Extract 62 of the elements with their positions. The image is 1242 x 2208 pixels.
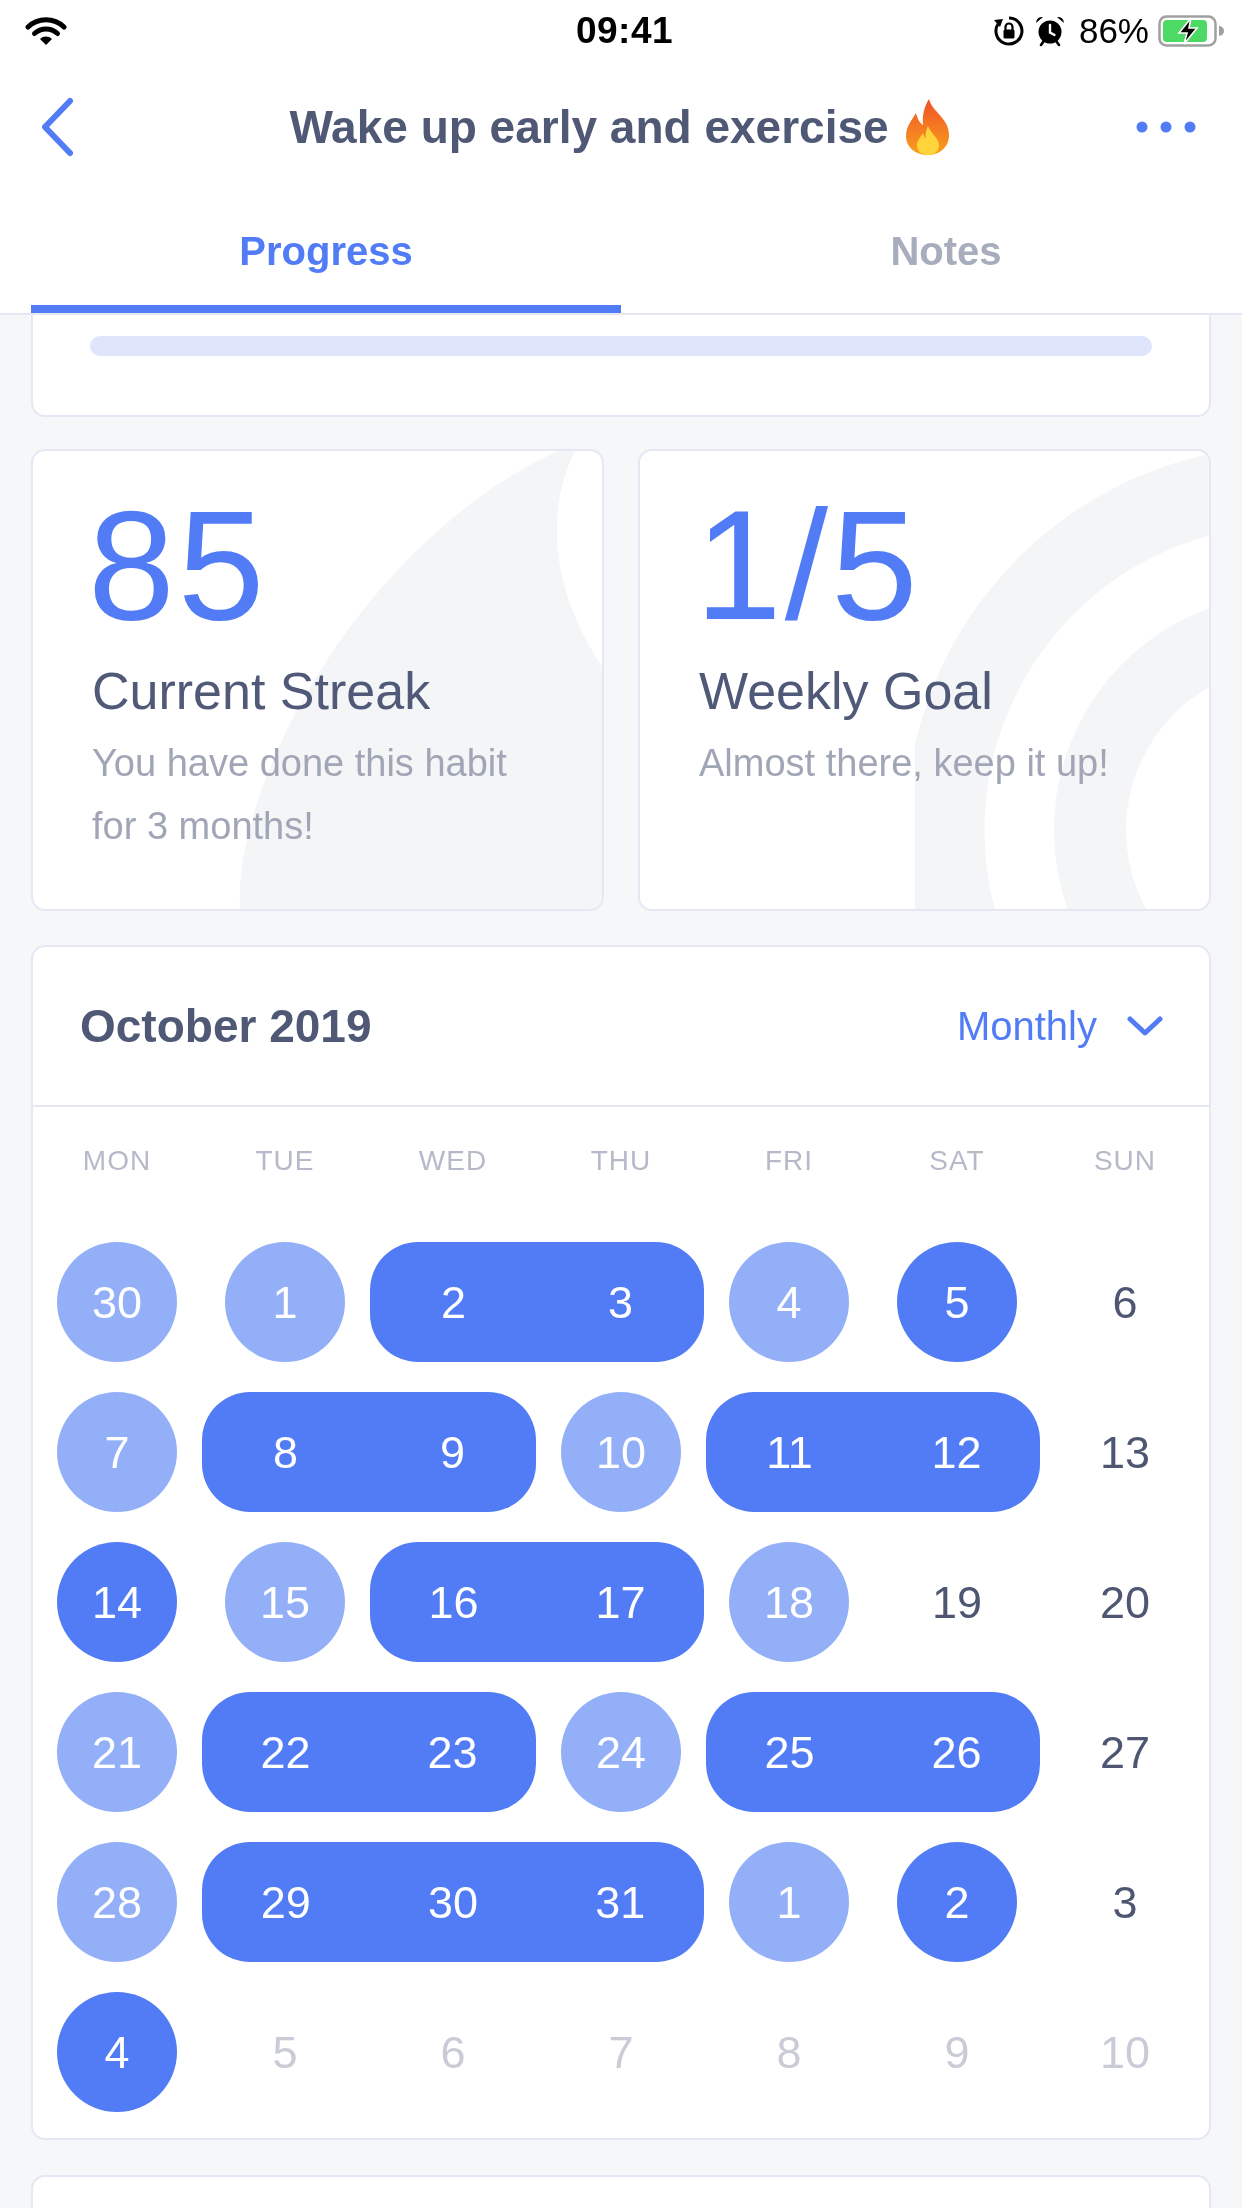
calendar-day[interactable]: 20 bbox=[1099, 1579, 1151, 1625]
calendar-day[interactable]: 13 bbox=[1099, 1429, 1151, 1475]
calendar-day[interactable]: 27 bbox=[1099, 1729, 1151, 1775]
calendar-day[interactable]: 4 bbox=[776, 1279, 802, 1325]
chevron-down-icon bbox=[1127, 1016, 1163, 1036]
calendar-day[interactable]: 1 bbox=[272, 1279, 298, 1325]
status-time: 09:41 bbox=[575, 10, 674, 52]
weekday-label: SUN bbox=[1093, 1144, 1157, 1178]
screen-title: Wake up early and exercise bbox=[289, 100, 889, 154]
orientation-lock-icon bbox=[992, 15, 1025, 47]
stat-description: Almost there, keep it up! bbox=[699, 741, 1109, 786]
stat-value: 1/5 bbox=[695, 487, 921, 643]
calendar-day[interactable]: 30 bbox=[91, 1279, 143, 1325]
stat-title: Current Streak bbox=[92, 661, 431, 721]
calendar-day[interactable]: 22 bbox=[260, 1729, 311, 1775]
calendar-day[interactable]: 2 bbox=[441, 1279, 466, 1325]
weekday-label: SAT bbox=[929, 1144, 985, 1178]
calendar-day[interactable]: 11 bbox=[766, 1429, 813, 1475]
calendar-day[interactable]: 4 bbox=[104, 2029, 130, 2075]
calendar-day[interactable]: 2 bbox=[944, 1879, 970, 1925]
calendar-day[interactable]: 1 bbox=[776, 1879, 802, 1925]
calendar-day[interactable]: 17 bbox=[595, 1579, 646, 1625]
battery-charging-icon bbox=[1158, 15, 1224, 47]
calendar-day[interactable]: 6 bbox=[1112, 1279, 1138, 1325]
calendar-day[interactable]: 16 bbox=[428, 1579, 479, 1625]
stat-title: Weekly Goal bbox=[699, 661, 993, 721]
calendar-day[interactable]: 29 bbox=[260, 1879, 311, 1925]
calendar-day[interactable]: 12 bbox=[931, 1429, 982, 1475]
calendar-day[interactable]: 30 bbox=[427, 1879, 478, 1925]
tab[interactable]: Notes bbox=[651, 192, 1241, 313]
alarm-clock-icon bbox=[1033, 15, 1066, 47]
calendar-day[interactable]: 25 bbox=[764, 1729, 815, 1775]
calendar-day[interactable]: 18 bbox=[763, 1579, 815, 1625]
calendar-day[interactable]: 15 bbox=[259, 1579, 311, 1625]
weekday-label: THU bbox=[590, 1144, 652, 1178]
calendar-day[interactable]: 7 bbox=[104, 1429, 130, 1475]
stat-value: 85 bbox=[88, 487, 268, 643]
stat-description: You have done this habit for 3 months! bbox=[92, 741, 508, 849]
calendar-day[interactable]: 3 bbox=[608, 1279, 633, 1325]
calendar-day[interactable]: 24 bbox=[595, 1729, 647, 1775]
calendar-day[interactable]: 14 bbox=[91, 1579, 143, 1625]
calendar-day[interactable]: 9 bbox=[440, 1429, 465, 1475]
back-chevron-icon bbox=[39, 96, 75, 158]
calendar-day[interactable]: 21 bbox=[91, 1729, 143, 1775]
calendar-day[interactable]: 19 bbox=[931, 1579, 983, 1625]
calendar-day[interactable]: 26 bbox=[931, 1729, 982, 1775]
weekday-label: TUE bbox=[255, 1144, 315, 1178]
weekday-label: FRI bbox=[764, 1144, 814, 1178]
view-dropdown[interactable]: Monthly bbox=[956, 995, 1163, 1057]
weekday-label: WED bbox=[418, 1144, 488, 1178]
calendar-day[interactable]: 10 bbox=[595, 1429, 647, 1475]
more-icon bbox=[1136, 121, 1196, 133]
weekday-label: MON bbox=[82, 1144, 152, 1178]
calendar-day[interactable]: 3 bbox=[1112, 1879, 1138, 1925]
battery-percentage: 86% bbox=[1078, 11, 1149, 51]
calendar-day[interactable]: 8 bbox=[273, 1429, 298, 1475]
calendar-day[interactable]: 28 bbox=[91, 1879, 143, 1925]
wifi-icon bbox=[25, 16, 67, 46]
month-title: October 2019 bbox=[80, 999, 372, 1053]
calendar-day[interactable]: 31 bbox=[595, 1879, 646, 1925]
calendar-day[interactable]: 23 bbox=[427, 1729, 478, 1775]
calendar-day[interactable]: 5 bbox=[944, 1279, 970, 1325]
